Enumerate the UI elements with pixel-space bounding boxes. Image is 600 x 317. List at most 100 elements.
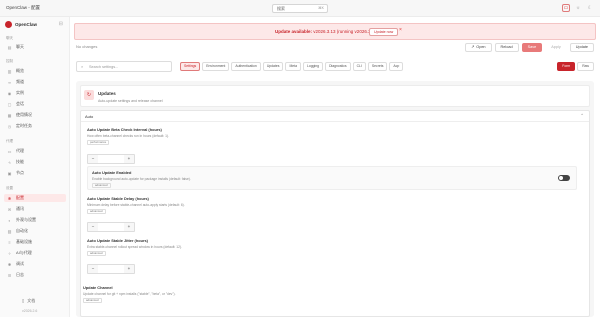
tab-logging[interactable]: Logging [303,62,324,71]
field-stable-delay: Auto Update Stable Delay (hours) Minimum… [87,196,185,214]
filter-bar: ⌕ Search settings... Settings Environmen… [76,61,594,73]
tab-settings[interactable]: Settings [180,62,201,71]
open-button[interactable]: ↗ Open [465,43,492,52]
window-title: OpenClaw - 配置 [6,5,41,10]
sidebar-collapse-icon[interactable]: ⊟ [59,21,63,27]
reload-button[interactable]: Reload [494,43,519,52]
auto-update-toggle[interactable] [558,175,570,181]
raw-mode-button[interactable]: Raw [577,62,594,71]
decrement-button[interactable]: − [88,155,98,163]
global-search[interactable]: 搜索 ⌘K [272,4,328,13]
stepper-value[interactable] [98,223,124,231]
main-content: Update available: v2026.3.13 (running v2… [70,17,600,317]
sidebar-item-label: 外观与设置 [16,217,36,222]
stable-delay-stepper[interactable]: − + [87,222,135,232]
settings-search-input[interactable]: ⌕ Search settings... [76,61,172,72]
form-mode-button[interactable]: Form [557,62,576,71]
title-bar: OpenClaw - 配置 搜索 ⌘K ▭ ☼ ☾ [0,0,600,17]
chevron-up-icon[interactable]: ⌃ [580,113,584,119]
sidebar-item-label: 使用情况 [16,112,32,117]
sidebar-item-automation[interactable]: ▨ 自动化 [4,227,66,235]
field-label: Auto Update Stable Delay (hours) [87,196,149,201]
tab-cli[interactable]: CLI [352,62,366,71]
sidebar-item-comms[interactable]: ✉ 通讯 [4,205,66,213]
clock-icon: ◷ [7,123,12,129]
sidebar-item-label: 概览 [16,68,24,73]
field-label: Auto Update Stable Jitter (hours) [87,238,148,243]
beta-interval-stepper[interactable]: − + [87,154,135,164]
field-tag: advanced [83,298,102,303]
field-tag: advanced [87,251,106,256]
field-label: Auto Update Enabled [92,170,132,175]
field-label: Auto Update Beta Check Interval (hours) [87,127,162,132]
sidebar-item-ai-agents[interactable]: ✧ AI与代理 [4,249,66,257]
save-button[interactable]: Save [521,43,543,52]
message-icon: ✉ [7,206,12,212]
folder-icon: ▭ [7,148,12,154]
sidebar-item-instances[interactable]: ◉ 实例 [4,89,66,97]
sidebar-item-config[interactable]: ✻ 配置 [4,194,66,202]
sidebar-item-cron[interactable]: ◷ 定时任务 [4,122,66,130]
tab-environment[interactable]: Environment [202,62,230,71]
sidebar-item-usage[interactable]: ▦ 使用情况 [4,111,66,119]
sidebar: OpenClaw ⊟ 聊天 ▤ 聊天 控制 ▥ 概览 ∞ 频道 ◉ 实例 ▢ 会话 ▦ 使用… [0,17,70,317]
field-tag: advanced [92,183,111,188]
decrement-button[interactable]: − [88,223,98,231]
tab-meta[interactable]: Meta [285,62,301,71]
increment-button[interactable]: + [124,265,134,273]
bar-icon: ▦ [7,112,12,118]
brand[interactable]: OpenClaw [5,21,37,28]
sidebar-item-debug[interactable]: ✱ 调试 [4,260,66,268]
version-label: v2026.2.6 [22,309,38,313]
sidebar-item-skills[interactable]: ϟ 技能 [4,158,66,166]
monitor-icon[interactable]: ▭ [562,4,570,12]
banner-text: Update available: v2026.3.13 (running v2… [275,29,380,34]
sidebar-item-nodes[interactable]: ▣ 节点 [4,169,66,177]
close-icon[interactable]: × [399,27,402,33]
sidebar-item-label: 日志 [16,272,24,277]
sidebar-item-label: 频道 [16,79,24,84]
sidebar-item-appearance[interactable]: ◐ 外观与设置 [4,216,66,224]
settings-panel: ↻ Updates Auto-update settings and relea… [76,81,594,317]
sidebar-item-label: 调试 [16,261,24,266]
decrement-button[interactable]: − [88,265,98,273]
update-now-button[interactable]: Update now [369,28,399,36]
chart-icon: ▥ [7,68,12,74]
stable-jitter-stepper[interactable]: − + [87,264,135,274]
mode-toggle: Form Raw [557,62,594,71]
field-beta-interval: Auto Update Beta Check Interval (hours) … [87,127,169,145]
log-icon: ☰ [7,272,12,278]
field-tag: performance [87,140,110,145]
sidebar-item-channels[interactable]: ∞ 频道 [4,78,66,86]
sidebar-item-logs[interactable]: ☰ 日志 [4,271,66,279]
sidebar-item-overview[interactable]: ▥ 概览 [4,67,66,75]
update-button[interactable]: Update [569,43,594,52]
stepper-value[interactable] [98,155,124,163]
sidebar-item-sessions[interactable]: ▢ 会话 [4,100,66,108]
link-icon: ∞ [8,79,11,85]
sidebar-item-chat[interactable]: ▤ 聊天 [4,43,66,51]
sun-icon[interactable]: ☼ [574,4,582,12]
field-help: Extra stable-channel rollout spread wind… [87,245,182,249]
moon-icon[interactable]: ☾ [586,4,594,12]
file-icon: ▢ [7,101,12,107]
field-help: Update channel for git + npm installs ("… [83,292,176,296]
apply-button[interactable]: Apply [545,43,567,52]
group-header[interactable]: Auto ⌃ [81,111,589,122]
tab-acp[interactable]: Acp [389,62,404,71]
sidebar-item-label: 自动化 [16,228,28,233]
tab-secrets[interactable]: Secrets [367,62,388,71]
tab-updates[interactable]: Updates [262,62,284,71]
sidebar-item-agents[interactable]: ▭ 代理 [4,147,66,155]
search-label: 搜索 [277,6,285,11]
stepper-value[interactable] [98,265,124,273]
tab-authentication[interactable]: Authentication [231,62,261,71]
sidebar-item-label: 基础设施 [16,239,32,244]
increment-button[interactable]: + [124,155,134,163]
sidebar-item-label: 技能 [16,159,24,164]
docs-link[interactable]: ▯ 文档 [22,298,35,304]
increment-button[interactable]: + [124,223,134,231]
sidebar-item-infrastructure[interactable]: ≡ 基础设施 [4,238,66,246]
tab-diagnostics[interactable]: Diagnostics [325,62,351,71]
search-shortcut: ⌘K [318,6,324,10]
